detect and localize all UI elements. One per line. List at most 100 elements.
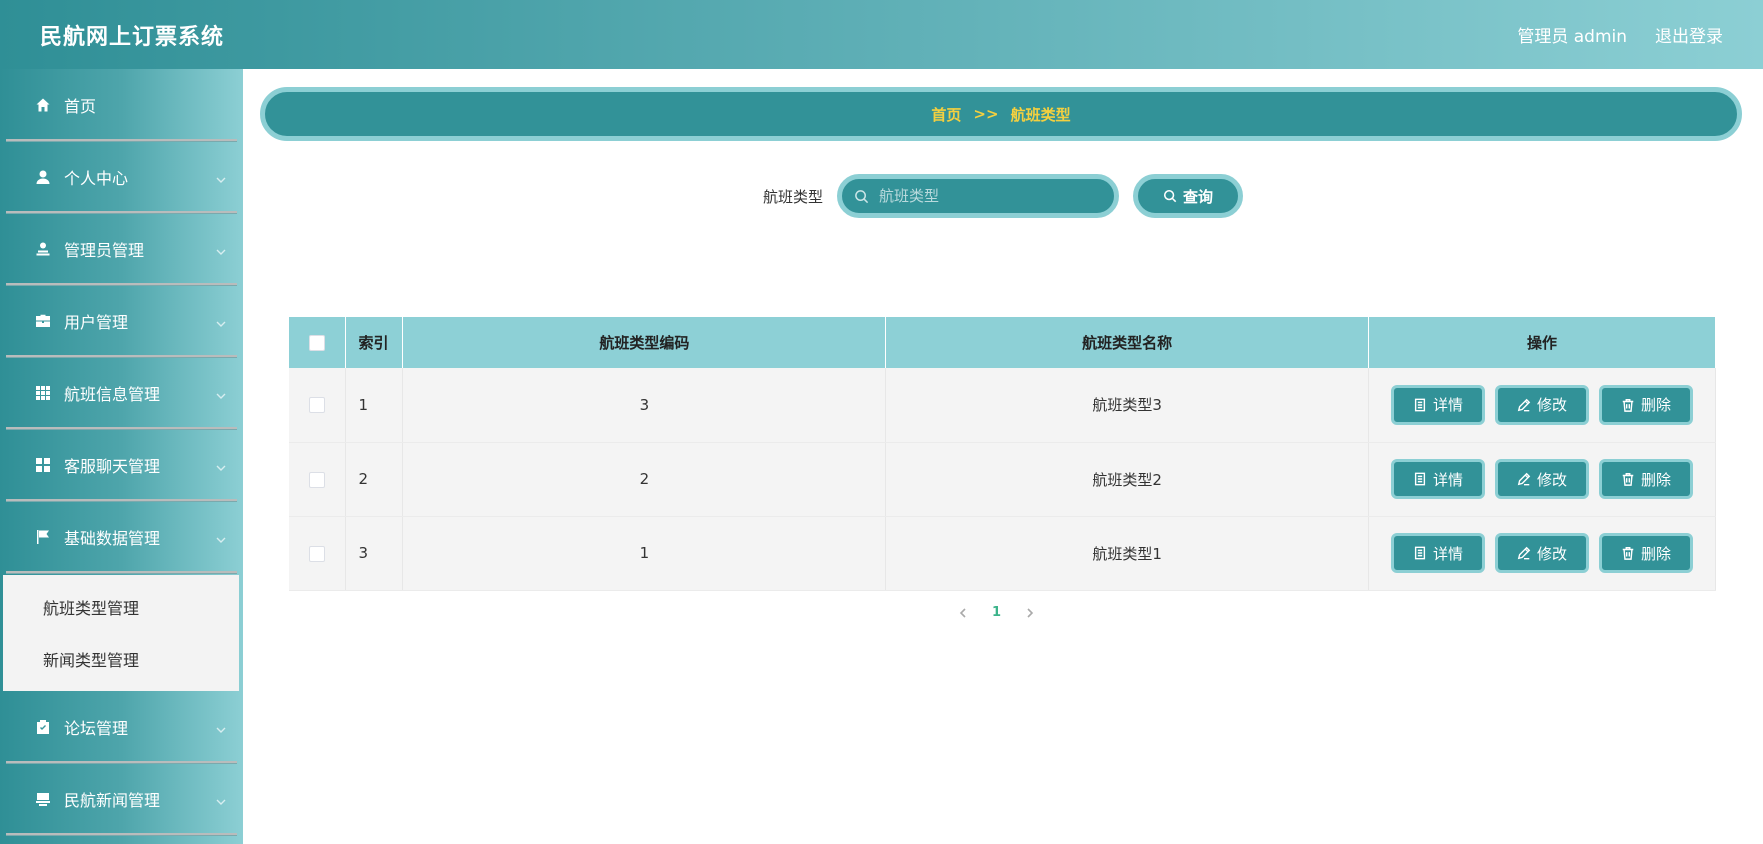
- sidebar-item-label: 基础数据管理: [64, 529, 161, 548]
- delete-button-label: 删除: [1640, 470, 1671, 489]
- sidebar-item-home[interactable]: 首页: [0, 69, 243, 141]
- submenu-item-news-type-management[interactable]: 新闻类型管理: [3, 633, 239, 685]
- top-header: 民航网上订票系统 管理员 admin 退出登录: [0, 0, 1763, 69]
- cell-code: 2: [402, 442, 887, 517]
- pencil-icon: [1517, 398, 1531, 412]
- search-label: 航班类型: [762, 187, 823, 206]
- detail-button[interactable]: 详情: [1390, 384, 1485, 425]
- edit-button[interactable]: 修改: [1494, 384, 1589, 425]
- user-icon: [34, 168, 52, 186]
- edit-button[interactable]: 修改: [1494, 533, 1589, 573]
- table-header-row: 索引 航班类型编码 航班类型名称 操作: [289, 317, 1717, 368]
- trash-icon: [1622, 547, 1634, 560]
- detail-button-label: 详情: [1432, 396, 1463, 415]
- cell-index: 1: [345, 368, 404, 443]
- breadcrumb-current: 航班类型: [1010, 105, 1071, 124]
- submenu-item-flight-type-management[interactable]: 航班类型管理: [3, 581, 239, 633]
- sidebar-item-label: 管理员管理: [64, 241, 145, 260]
- cell-code: 3: [402, 368, 887, 443]
- sidebar-item-news-management[interactable]: 民航新闻管理: [0, 763, 243, 835]
- cell-index: 3: [345, 516, 404, 591]
- sidebar-item-label: 用户管理: [64, 313, 129, 332]
- row-checkbox[interactable]: [309, 545, 326, 562]
- pagination: 1: [958, 605, 1035, 620]
- clipboard-icon: [34, 718, 52, 736]
- chevron-down-icon: [215, 721, 227, 733]
- cell-index: 2: [345, 442, 404, 517]
- chevron-down-icon: [215, 171, 227, 183]
- search-icon: [855, 189, 869, 203]
- sidebar-item-label: 个人中心: [64, 169, 129, 188]
- app-title: 民航网上订票系统: [40, 24, 225, 50]
- query-button[interactable]: 查询: [1133, 174, 1243, 218]
- select-all-cell: [289, 317, 347, 368]
- trash-icon: [1622, 473, 1634, 486]
- delete-button[interactable]: 删除: [1598, 384, 1693, 425]
- admin-icon: [34, 240, 52, 258]
- breadcrumb: 首页 >> 航班类型: [260, 87, 1742, 141]
- header-user-area: 管理员 admin 退出登录: [1517, 22, 1723, 47]
- detail-button-label: 详情: [1432, 470, 1463, 489]
- pencil-icon: [1517, 546, 1531, 560]
- select-all-checkbox[interactable]: [309, 335, 326, 351]
- detail-button[interactable]: 详情: [1390, 459, 1485, 499]
- query-button-label: 查询: [1182, 187, 1213, 206]
- column-header-index: 索引: [345, 317, 404, 368]
- sidebar-item-label: 首页: [64, 97, 97, 116]
- row-checkbox[interactable]: [309, 471, 326, 488]
- column-header-ops: 操作: [1368, 317, 1717, 368]
- row-checkbox[interactable]: [309, 397, 326, 414]
- cell-ops: 详情 修改 删除: [1368, 442, 1717, 517]
- cell-name: 航班类型3: [885, 368, 1369, 443]
- sidebar-item-basic-data-management[interactable]: 基础数据管理: [0, 501, 243, 573]
- sidebar-item-label: 航班信息管理: [64, 385, 161, 404]
- sidebar-item-personal-center[interactable]: 个人中心: [0, 141, 243, 213]
- chevron-down-icon: [215, 459, 227, 471]
- sidebar-item-user-management[interactable]: 用户管理: [0, 285, 243, 357]
- breadcrumb-home[interactable]: 首页: [931, 104, 961, 125]
- sidebar-item-flight-info-management[interactable]: 航班信息管理: [0, 357, 243, 429]
- search-icon: [1163, 189, 1177, 203]
- flight-type-table: 索引 航班类型编码 航班类型名称 操作 1 3 航班类型3 详情 修改 删除 2…: [289, 317, 1717, 591]
- search-row: 航班类型 查询: [243, 173, 1763, 219]
- delete-button-label: 删除: [1640, 396, 1671, 415]
- pencil-icon: [1517, 472, 1531, 486]
- row-select-cell: [289, 516, 347, 591]
- apps-icon: [34, 456, 52, 474]
- cell-name: 航班类型1: [885, 516, 1369, 591]
- sidebar: 首页 个人中心 管理员管理 用户管理 航班信息管理 客服聊天管理 基础数据管理 …: [0, 69, 243, 844]
- flight-type-search-input[interactable]: [879, 187, 1079, 205]
- column-header-code: 航班类型编码: [402, 317, 887, 368]
- chevron-down-icon: [215, 793, 227, 805]
- detail-button[interactable]: 详情: [1390, 533, 1485, 573]
- edit-button-label: 修改: [1536, 396, 1567, 415]
- sidebar-item-label: 客服聊天管理: [64, 457, 161, 476]
- chevron-left-icon[interactable]: [958, 607, 968, 618]
- trash-icon: [1622, 398, 1634, 412]
- grid-icon: [34, 384, 52, 402]
- table-row: 2 2 航班类型2 详情 修改 删除: [289, 442, 1717, 517]
- sidebar-item-customer-chat-management[interactable]: 客服聊天管理: [0, 429, 243, 501]
- search-box[interactable]: [837, 174, 1119, 218]
- chevron-down-icon: [215, 531, 227, 543]
- chevron-right-icon[interactable]: [1025, 607, 1035, 618]
- cell-name: 航班类型2: [885, 442, 1369, 517]
- delete-button-label: 删除: [1640, 544, 1671, 563]
- page-number-current[interactable]: 1: [992, 605, 1001, 620]
- home-icon: [34, 96, 52, 114]
- sidebar-item-label: 论坛管理: [64, 719, 129, 738]
- chevron-down-icon: [215, 243, 227, 255]
- detail-button-label: 详情: [1432, 544, 1463, 563]
- delete-button[interactable]: 删除: [1598, 459, 1693, 499]
- sidebar-item-admin-management[interactable]: 管理员管理: [0, 213, 243, 285]
- current-user-label: 管理员 admin: [1517, 27, 1627, 47]
- logout-link[interactable]: 退出登录: [1655, 22, 1723, 47]
- edit-button-label: 修改: [1536, 470, 1567, 489]
- edit-button-label: 修改: [1536, 544, 1567, 563]
- briefcase-icon: [34, 312, 52, 330]
- delete-button[interactable]: 删除: [1598, 533, 1693, 573]
- cell-ops: 详情 修改 删除: [1368, 368, 1717, 443]
- document-icon: [1414, 472, 1426, 486]
- edit-button[interactable]: 修改: [1494, 459, 1589, 499]
- sidebar-item-forum-management[interactable]: 论坛管理: [0, 691, 243, 763]
